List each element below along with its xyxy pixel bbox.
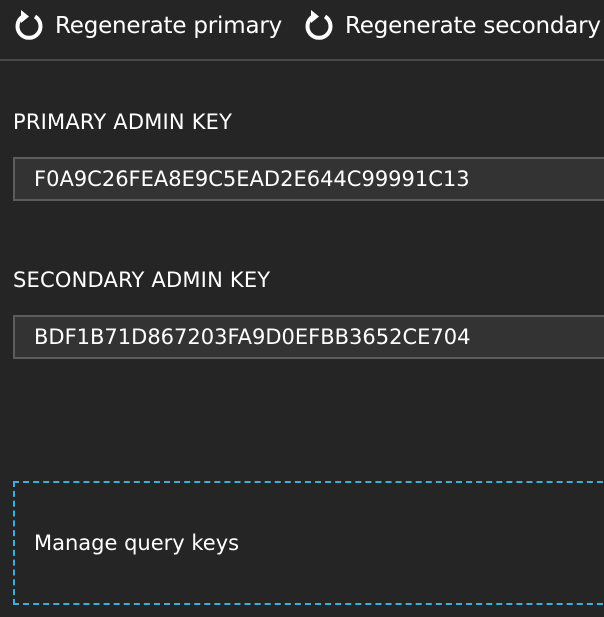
primary-admin-key-field[interactable]: F0A9C26FEA8E9C5EAD2E644C99991C13 [13,157,604,201]
toolbar: Regenerate primary Regenerate secondary [0,0,604,61]
regenerate-primary-label: Regenerate primary [55,13,283,39]
secondary-admin-key-field[interactable]: BDF1B71D867203FA9D0EFBB3652CE704 [13,315,604,359]
secondary-admin-key-label: SECONDARY ADMIN KEY [13,268,271,292]
regenerate-secondary-button[interactable]: Regenerate secondary [302,6,601,46]
refresh-icon [12,9,46,43]
manage-keys-panel: Regenerate primary Regenerate secondary … [0,0,604,617]
regenerate-secondary-label: Regenerate secondary [345,13,601,39]
regenerate-primary-button[interactable]: Regenerate primary [12,6,282,46]
primary-admin-key-label: PRIMARY ADMIN KEY [13,110,233,134]
refresh-icon [302,9,336,43]
manage-query-keys-button[interactable]: Manage query keys [13,481,604,605]
manage-query-keys-label: Manage query keys [34,531,240,555]
secondary-admin-key-value: BDF1B71D867203FA9D0EFBB3652CE704 [34,325,471,349]
primary-admin-key-value: F0A9C26FEA8E9C5EAD2E644C99991C13 [34,167,470,191]
